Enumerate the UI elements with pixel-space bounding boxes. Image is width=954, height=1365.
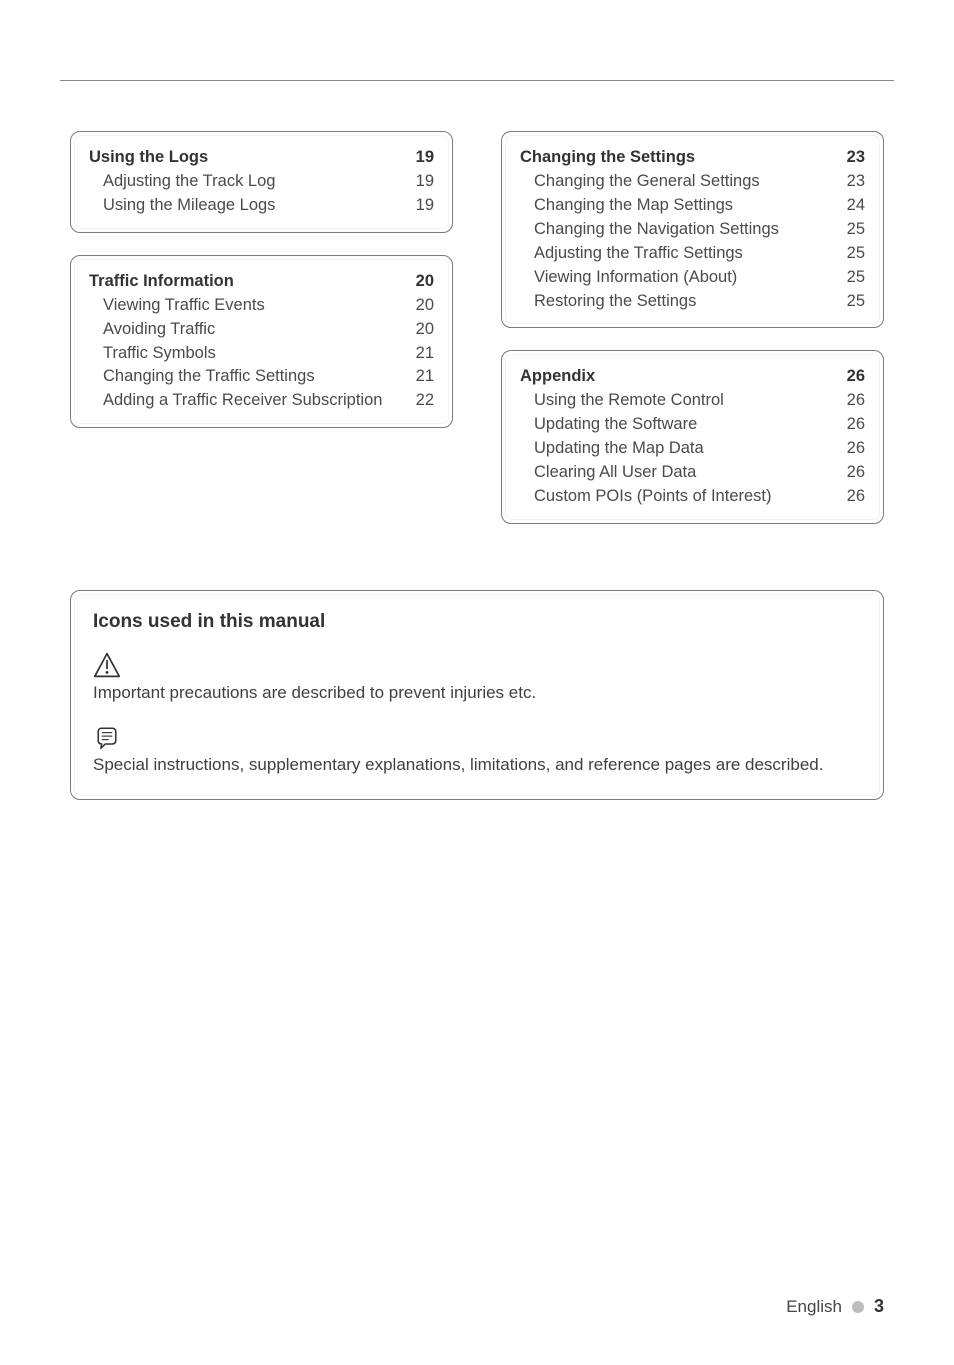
toc-item: Changing the Navigation Settings 25 xyxy=(520,218,865,242)
toc-item-label: Viewing Information (About) xyxy=(534,266,837,290)
footer-page-number: 3 xyxy=(874,1296,884,1317)
toc-item-page: 23 xyxy=(837,170,865,194)
toc-column-left: Using the Logs 19 Adjusting the Track Lo… xyxy=(70,131,453,524)
toc-item-label: Using the Mileage Logs xyxy=(103,194,406,218)
toc-item-page: 26 xyxy=(837,413,865,437)
toc-item: Restoring the Settings 25 xyxy=(520,290,865,314)
toc-item-label: Traffic Symbols xyxy=(103,342,406,366)
toc-item: Adding a Traffic Receiver Subscription 2… xyxy=(89,389,434,413)
toc-item-label: Updating the Map Data xyxy=(534,437,837,461)
toc-item-label: Custom POIs (Points of Interest) xyxy=(534,485,837,509)
toc-item: Viewing Information (About) 25 xyxy=(520,266,865,290)
toc-item-page: 25 xyxy=(837,218,865,242)
toc-item-label: Using the Remote Control xyxy=(534,389,837,413)
toc-item: Updating the Software 26 xyxy=(520,413,865,437)
toc-heading-label: Changing the Settings xyxy=(520,146,837,170)
toc-box-changing-settings: Changing the Settings 23 Changing the Ge… xyxy=(501,131,884,328)
toc-item: Clearing All User Data 26 xyxy=(520,461,865,485)
toc-item-label: Changing the Navigation Settings xyxy=(534,218,837,242)
toc-item-page: 24 xyxy=(837,194,865,218)
icon-legend-text: Important precautions are described to p… xyxy=(93,681,861,705)
toc-item: Using the Remote Control 26 xyxy=(520,389,865,413)
toc-item-page: 26 xyxy=(837,485,865,509)
toc-heading: Using the Logs 19 xyxy=(89,146,434,170)
toc-item-page: 19 xyxy=(406,194,434,218)
toc-item-page: 25 xyxy=(837,242,865,266)
toc-heading: Appendix 26 xyxy=(520,365,865,389)
toc-item: Avoiding Traffic 20 xyxy=(89,318,434,342)
warning-icon xyxy=(93,651,121,679)
toc-item-page: 21 xyxy=(406,342,434,366)
icons-legend-wrap: Icons used in this manual Important prec… xyxy=(70,590,884,800)
toc-item-label: Changing the Map Settings xyxy=(534,194,837,218)
icon-legend-entry: Important precautions are described to p… xyxy=(93,651,861,705)
toc-item-label: Adding a Traffic Receiver Subscription xyxy=(103,389,406,413)
toc-heading-page: 19 xyxy=(406,146,434,170)
toc-item: Changing the General Settings 23 xyxy=(520,170,865,194)
toc-item-page: 20 xyxy=(406,294,434,318)
toc-box-appendix: Appendix 26 Using the Remote Control 26 … xyxy=(501,350,884,524)
toc-item-label: Changing the General Settings xyxy=(534,170,837,194)
toc-item: Using the Mileage Logs 19 xyxy=(89,194,434,218)
toc-heading: Traffic Information 20 xyxy=(89,270,434,294)
toc-item-page: 22 xyxy=(406,389,434,413)
toc-heading-page: 26 xyxy=(837,365,865,389)
icons-legend-box: Icons used in this manual Important prec… xyxy=(70,590,884,800)
toc-column-right: Changing the Settings 23 Changing the Ge… xyxy=(501,131,884,524)
toc-item: Changing the Map Settings 24 xyxy=(520,194,865,218)
toc-item: Adjusting the Track Log 19 xyxy=(89,170,434,194)
toc-item-label: Updating the Software xyxy=(534,413,837,437)
toc-item: Updating the Map Data 26 xyxy=(520,437,865,461)
toc-item: Custom POIs (Points of Interest) 26 xyxy=(520,485,865,509)
toc-heading-label: Traffic Information xyxy=(89,270,406,294)
toc-box-traffic-info: Traffic Information 20 Viewing Traffic E… xyxy=(70,255,453,429)
toc-item-page: 25 xyxy=(837,290,865,314)
toc-heading-page: 20 xyxy=(406,270,434,294)
toc-item-page: 26 xyxy=(837,389,865,413)
toc-item-page: 26 xyxy=(837,437,865,461)
toc-columns: Using the Logs 19 Adjusting the Track Lo… xyxy=(70,131,884,524)
toc-heading-page: 23 xyxy=(837,146,865,170)
toc-item-label: Clearing All User Data xyxy=(534,461,837,485)
page-footer: English 3 xyxy=(786,1296,884,1317)
icons-legend-title: Icons used in this manual xyxy=(93,611,861,633)
toc-heading: Changing the Settings 23 xyxy=(520,146,865,170)
toc-item-page: 25 xyxy=(837,266,865,290)
toc-item-page: 20 xyxy=(406,318,434,342)
header-rule xyxy=(60,80,894,81)
toc-item-page: 21 xyxy=(406,365,434,389)
icon-legend-text: Special instructions, supplementary expl… xyxy=(93,753,861,777)
icon-legend-entry: Special instructions, supplementary expl… xyxy=(93,723,861,777)
toc-item-page: 19 xyxy=(406,170,434,194)
toc-item: Viewing Traffic Events 20 xyxy=(89,294,434,318)
note-icon xyxy=(93,723,121,751)
toc-item-label: Adjusting the Track Log xyxy=(103,170,406,194)
toc-item-label: Avoiding Traffic xyxy=(103,318,406,342)
toc-item-label: Restoring the Settings xyxy=(534,290,837,314)
toc-item-label: Viewing Traffic Events xyxy=(103,294,406,318)
toc-box-using-logs: Using the Logs 19 Adjusting the Track Lo… xyxy=(70,131,453,233)
toc-item-label: Changing the Traffic Settings xyxy=(103,365,406,389)
toc-item: Traffic Symbols 21 xyxy=(89,342,434,366)
toc-heading-label: Appendix xyxy=(520,365,837,389)
toc-heading-label: Using the Logs xyxy=(89,146,406,170)
footer-bullet-icon xyxy=(852,1301,864,1313)
toc-item-page: 26 xyxy=(837,461,865,485)
toc-item: Adjusting the Traffic Settings 25 xyxy=(520,242,865,266)
toc-item-label: Adjusting the Traffic Settings xyxy=(534,242,837,266)
footer-language: English xyxy=(786,1297,842,1317)
toc-item: Changing the Traffic Settings 21 xyxy=(89,365,434,389)
page: Using the Logs 19 Adjusting the Track Lo… xyxy=(0,0,954,1365)
